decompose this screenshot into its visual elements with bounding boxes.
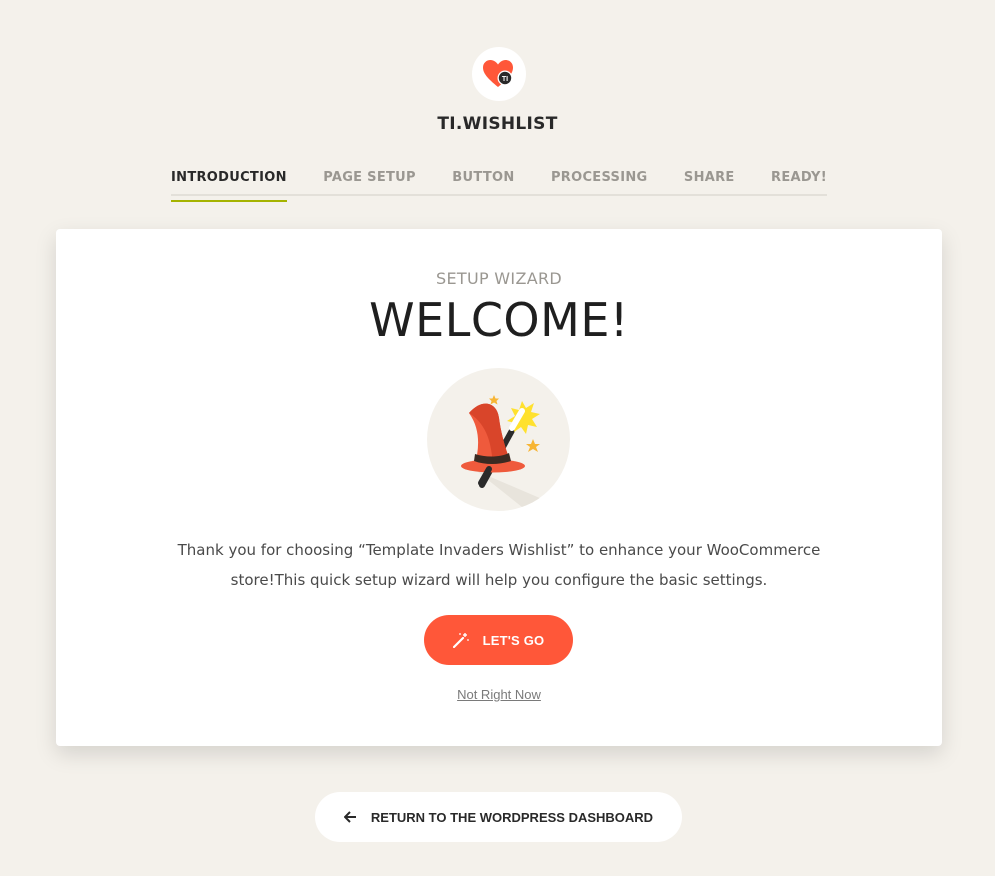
lets-go-button[interactable]: LET'S GO xyxy=(424,615,573,665)
arrow-left-icon xyxy=(343,811,356,823)
return-dashboard-label: RETURN TO THE WORDPRESS DASHBOARD xyxy=(370,809,654,825)
step-button[interactable]: BUTTON xyxy=(452,168,514,194)
step-ready[interactable]: READY! xyxy=(771,168,827,194)
brand-name: TI.WISHLIST xyxy=(437,114,558,134)
step-introduction[interactable]: INTRODUCTION xyxy=(171,168,287,202)
lets-go-label: LET'S GO xyxy=(482,632,545,648)
heart-logo-icon: TI xyxy=(483,60,513,87)
illustration-circle xyxy=(427,368,570,511)
not-right-now-link[interactable]: Not Right Now xyxy=(56,687,942,702)
magic-wand-icon xyxy=(452,633,469,648)
wizard-hat-icon xyxy=(461,395,570,511)
wizard-steps-nav: INTRODUCTION PAGE SETUP BUTTON PROCESSIN… xyxy=(171,168,827,202)
step-processing[interactable]: PROCESSING xyxy=(551,168,648,194)
setup-wizard-page: TI TI.WISHLIST INTRODUCTION PAGE SETUP B… xyxy=(0,0,995,876)
svg-text:TI: TI xyxy=(502,76,508,83)
step-share[interactable]: SHARE xyxy=(684,168,735,194)
card-subtitle: SETUP WIZARD xyxy=(436,269,562,288)
return-dashboard-button[interactable]: RETURN TO THE WORDPRESS DASHBOARD xyxy=(315,792,682,842)
step-page-setup[interactable]: PAGE SETUP xyxy=(323,168,416,194)
brand-logo: TI xyxy=(472,47,526,101)
card-title: WELCOME! xyxy=(369,293,629,347)
welcome-description: Thank you for choosing “Template Invader… xyxy=(177,541,821,589)
welcome-card: SETUP WIZARD WELCOME! Thank you for choo… xyxy=(56,229,942,746)
